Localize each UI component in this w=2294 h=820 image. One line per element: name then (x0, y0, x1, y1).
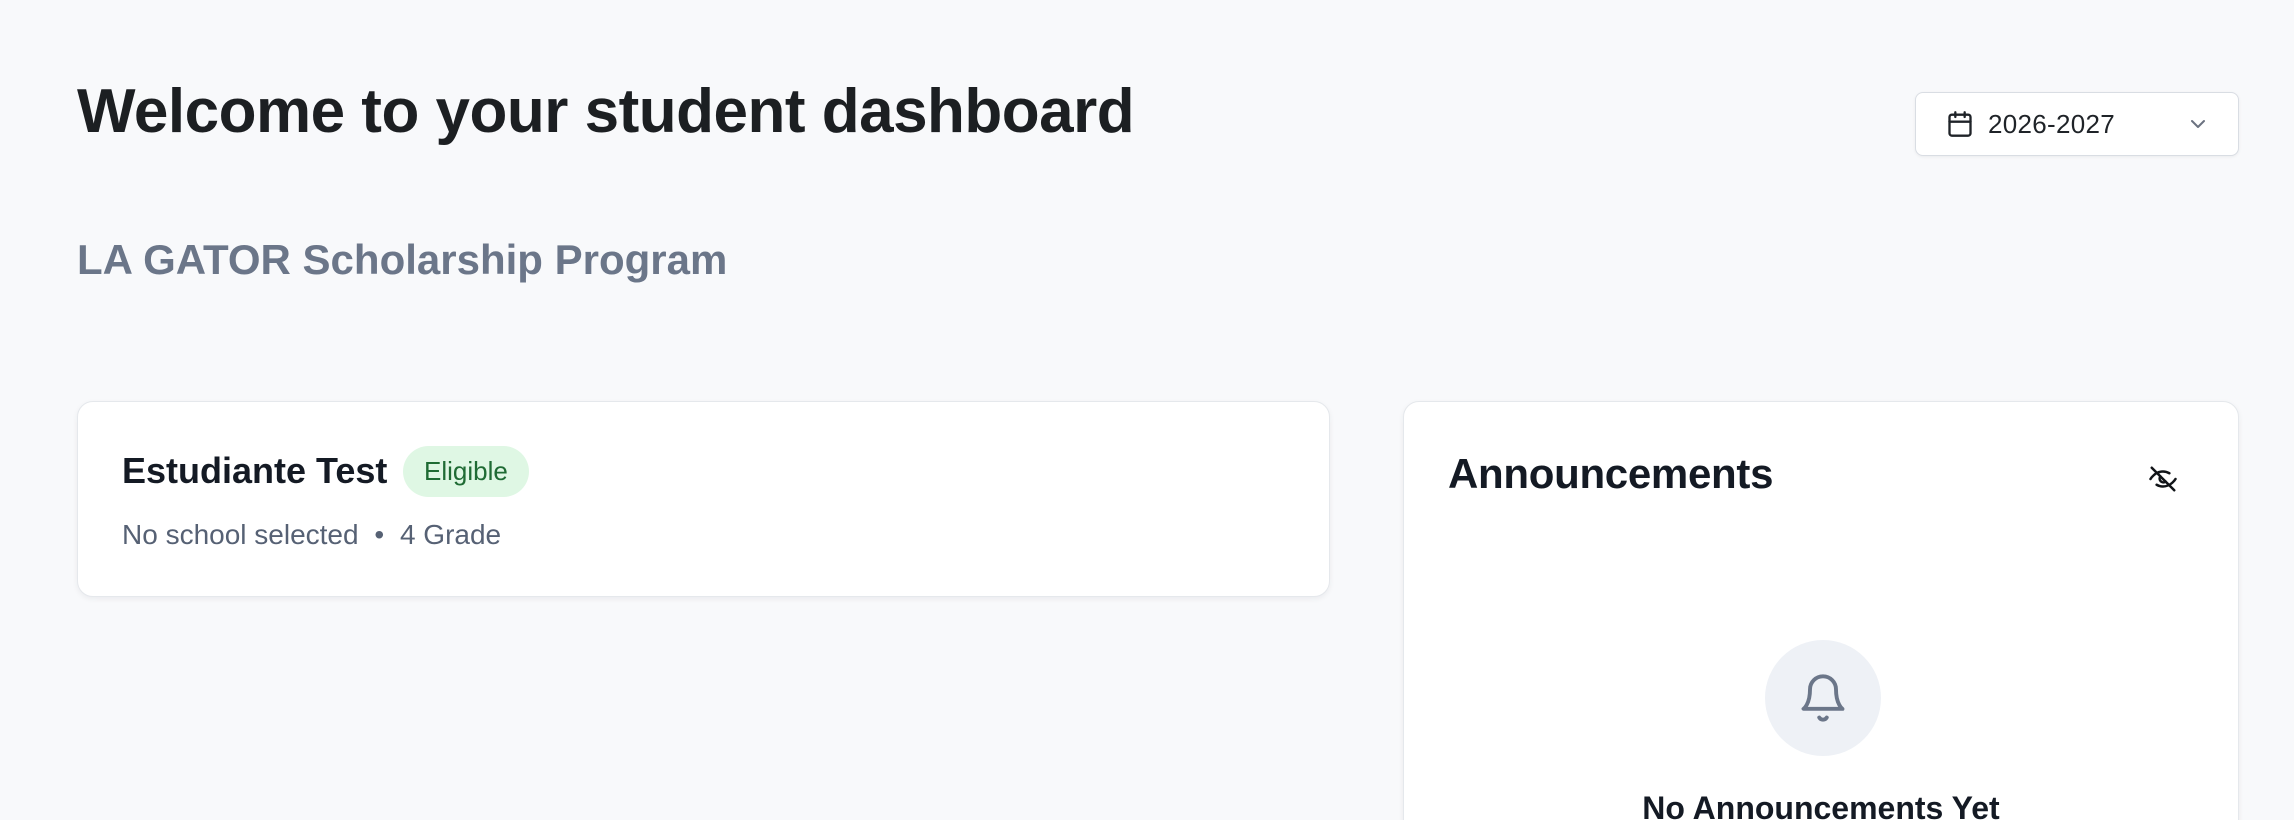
student-school: No school selected (122, 519, 359, 550)
page-title: Welcome to your student dashboard (77, 77, 1135, 146)
eye-off-icon (2148, 464, 2178, 494)
announcements-card: Announcements No Announcements Yet (1403, 401, 2239, 820)
student-card: Estudiante Test Eligible No school selec… (77, 401, 1330, 597)
hide-announcements-button[interactable] (2147, 463, 2179, 495)
year-select[interactable]: 2026-2027 (1915, 92, 2239, 156)
empty-state-title: No Announcements Yet (1642, 790, 2000, 820)
year-select-value: 2026-2027 (1988, 108, 2116, 139)
student-name: Estudiante Test (122, 450, 388, 491)
student-meta: No school selected • 4 Grade (122, 515, 501, 555)
student-grade: 4 Grade (399, 519, 502, 550)
announcements-title: Announcements (1448, 450, 1774, 497)
empty-state-icon-wrap (1765, 640, 1881, 756)
program-name: LA GATOR Scholarship Program (77, 236, 728, 283)
calendar-icon (1946, 110, 1974, 138)
dashboard-page: Welcome to your student dashboard LA GAT… (0, 0, 2294, 820)
meta-separator: • (374, 519, 385, 550)
chevron-down-icon (2186, 112, 2210, 136)
status-badge: Eligible (403, 446, 529, 497)
bell-icon (1797, 672, 1849, 724)
